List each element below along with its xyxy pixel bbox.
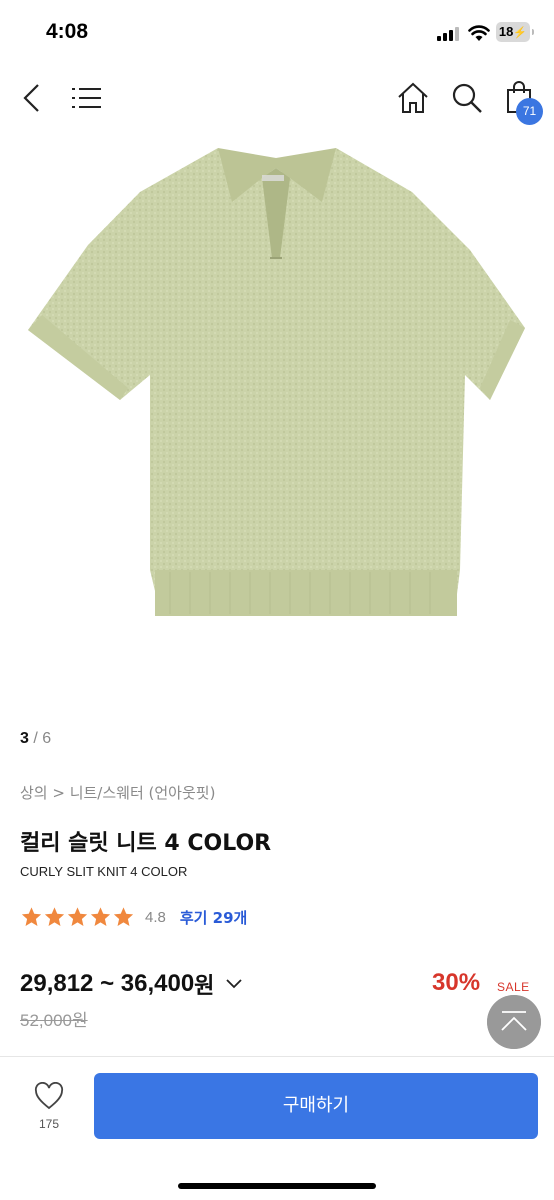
image-counter: 3 / 6 xyxy=(20,730,51,748)
rating-score: 4.8 xyxy=(145,908,166,926)
sale-label: SALE xyxy=(497,980,530,994)
image-counter-total: 6 xyxy=(42,730,52,747)
heart-icon[interactable] xyxy=(34,1082,64,1110)
cart-count-badge[interactable]: 71 xyxy=(516,98,543,125)
chevron-down-icon[interactable] xyxy=(226,979,243,989)
image-counter-separator: / xyxy=(33,730,38,747)
buy-button[interactable]: 구매하기 xyxy=(94,1073,538,1139)
hamburger-icon[interactable] xyxy=(72,86,102,110)
star-icon xyxy=(21,907,42,926)
wifi-icon xyxy=(468,25,490,41)
price-range-value: 29,812 ~ 36,400 xyxy=(20,970,195,997)
status-bar: 4:08 18⚡ xyxy=(0,0,554,62)
battery-indicator: 18⚡ xyxy=(496,22,534,42)
home-indicator[interactable] xyxy=(178,1183,376,1189)
star-icon xyxy=(44,907,65,926)
scroll-to-top-button[interactable] xyxy=(487,995,541,1049)
category-breadcrumb[interactable]: 상의 > 니트/스웨터 (언아웃핏) xyxy=(20,782,215,803)
battery-level: 18 xyxy=(498,24,514,39)
product-subtitle: CURLY SLIT KNIT 4 COLOR xyxy=(20,864,188,879)
star-icon xyxy=(90,907,111,926)
review-count-link[interactable]: 후기 29개 xyxy=(180,907,248,928)
product-title: 컬리 슬릿 니트 4 COLOR xyxy=(20,831,272,856)
cellular-signal-icon xyxy=(437,27,459,41)
original-price: 52,000원 xyxy=(20,1011,88,1030)
star-icon xyxy=(67,907,88,926)
status-time: 4:08 xyxy=(46,20,89,43)
discount-rate: 30% xyxy=(432,969,481,996)
wish-count: 175 xyxy=(38,1117,60,1131)
star-icon xyxy=(113,907,134,926)
product-image[interactable] xyxy=(0,130,554,700)
price-currency: 원 xyxy=(194,974,215,999)
chevron-left-icon[interactable] xyxy=(20,82,44,114)
image-counter-current: 3 xyxy=(20,730,29,747)
price-range[interactable]: 29,812 ~ 36,400 원 xyxy=(20,968,243,1000)
home-icon[interactable] xyxy=(397,82,429,114)
search-icon[interactable] xyxy=(451,82,483,114)
rating-row: 4.8 후기 29개 xyxy=(20,904,247,930)
